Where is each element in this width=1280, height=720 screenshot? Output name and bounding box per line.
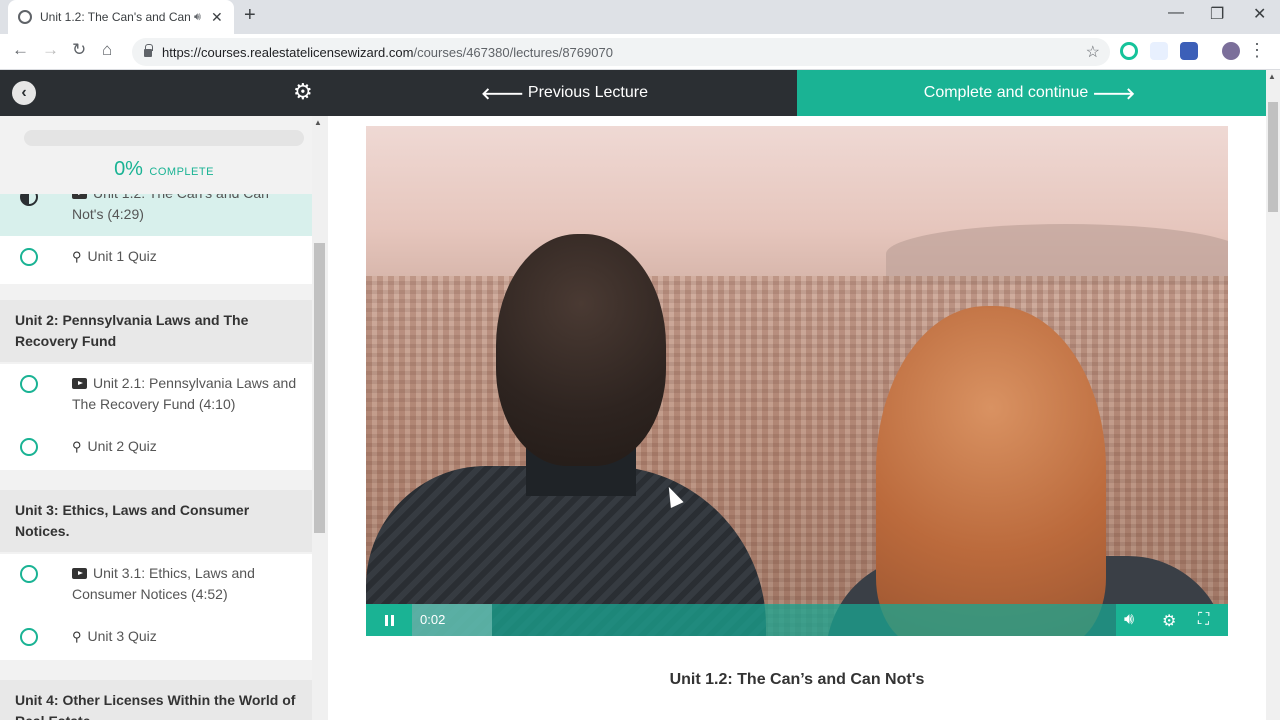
list-item[interactable]: ⚲ Unit 3 Quiz xyxy=(0,614,312,660)
new-tab-button[interactable]: + xyxy=(244,4,256,27)
progress-text: 0% COMPLETE xyxy=(0,158,328,181)
page-scroll-thumb[interactable] xyxy=(1268,102,1278,212)
extension-icon[interactable] xyxy=(1180,42,1198,60)
progress-box: 0% COMPLETE xyxy=(0,116,312,194)
bulb-icon: ⚲ xyxy=(72,249,82,264)
grammarly-icon[interactable] xyxy=(1120,42,1138,60)
bulb-icon: ⚲ xyxy=(72,629,82,644)
pause-icon xyxy=(384,614,388,626)
previous-lecture-label: Previous Lecture xyxy=(527,84,648,101)
browser-tabstrip: Unit 1.2: The Can's and Can N 🔊︎ ✕ + — ❐… xyxy=(0,0,1280,34)
browser-tab[interactable]: Unit 1.2: The Can's and Can N 🔊︎ ✕ xyxy=(8,0,234,34)
progress-percent: 0% xyxy=(114,158,143,180)
globe-icon xyxy=(18,10,32,24)
complete-and-continue-button[interactable]: Complete and continue 🡒 xyxy=(797,70,1266,116)
play-icon xyxy=(72,568,87,579)
url-text: https://courses.realestatelicensewizard.… xyxy=(162,44,613,60)
right-controls: 🔊︎ ⚙ ⛶ xyxy=(1116,604,1228,636)
play-icon xyxy=(72,378,87,389)
list-item[interactable]: Unit 2.1: Pennsylvania Laws and The Reco… xyxy=(0,364,312,424)
minimize-button[interactable]: — xyxy=(1168,4,1184,22)
lecture-title: Unit 1.2: The Can’s and Can Not's xyxy=(669,671,925,688)
close-window-button[interactable]: ✕ xyxy=(1253,4,1266,24)
reload-icon[interactable]: ↻ xyxy=(72,40,86,60)
back-arrow-icon[interactable]: ‹ xyxy=(12,81,36,105)
progress-label: COMPLETE xyxy=(149,166,214,178)
lock-icon xyxy=(144,44,153,57)
section-header: Unit 4: Other Licenses Within the World … xyxy=(0,680,312,720)
browser-toolbar: ← → ↻ ⌂ https://courses.realestatelicens… xyxy=(0,34,1280,70)
lecture-label: Unit 3.1: Ethics, Laws and Consumer Noti… xyxy=(72,565,255,602)
video-controls: 0:02 🔊︎ ⚙ ⛶ xyxy=(366,604,1228,636)
incomplete-icon xyxy=(20,375,38,393)
time-display[interactable]: 0:02 xyxy=(412,604,492,636)
video-player[interactable]: 0:02 🔊︎ ⚙ ⛶ xyxy=(366,126,1228,636)
avatar[interactable] xyxy=(1222,42,1240,60)
bulb-icon: ⚲ xyxy=(72,439,82,454)
list-item[interactable]: ⚲ Unit 2 Quiz xyxy=(0,424,312,470)
scroll-up-icon[interactable]: ▲ xyxy=(314,118,322,127)
list-item[interactable]: ⚲ Unit 1 Quiz xyxy=(0,236,312,284)
settings-icon[interactable]: ⚙ xyxy=(1162,611,1176,631)
forward-icon[interactable]: → xyxy=(42,40,59,60)
incomplete-icon xyxy=(20,628,38,646)
incomplete-icon xyxy=(20,248,38,266)
section-header: Unit 2: Pennsylvania Laws and The Recove… xyxy=(0,300,312,362)
sidebar-header: ‹ ⚙ xyxy=(0,70,328,116)
speaker-icon[interactable]: 🔊︎ xyxy=(194,11,201,24)
incomplete-icon xyxy=(20,565,38,583)
menu-icon[interactable]: ⋮ xyxy=(1248,40,1266,61)
arrow-right-icon: 🡒 xyxy=(1092,85,1136,103)
complete-and-continue-label: Complete and continue xyxy=(923,84,1089,101)
sidebar-scroll-thumb[interactable] xyxy=(314,243,325,533)
home-icon[interactable]: ⌂ xyxy=(102,40,112,60)
arrow-left-icon: 🡐 xyxy=(481,85,524,103)
volume-icon[interactable]: 🔊︎ xyxy=(1124,611,1134,629)
course-sidebar: 0% COMPLETE Unit 1.2: The Can's and Can … xyxy=(0,116,328,720)
extension-icon[interactable] xyxy=(1150,42,1168,60)
section-header: Unit 3: Ethics, Laws and Consumer Notice… xyxy=(0,490,312,552)
gear-icon[interactable]: ⚙ xyxy=(293,79,313,105)
address-bar[interactable]: https://courses.realestatelicensewizard.… xyxy=(132,38,1110,66)
restore-button[interactable]: ❐ xyxy=(1210,4,1224,24)
star-icon[interactable]: ☆ xyxy=(1086,42,1100,62)
list-item[interactable]: Unit 3.1: Ethics, Laws and Consumer Noti… xyxy=(0,554,312,614)
lecture-label: Unit 1 Quiz xyxy=(87,248,157,264)
fullscreen-icon[interactable]: ⛶ xyxy=(1198,611,1209,629)
incomplete-icon xyxy=(20,438,38,456)
lecture-label: Unit 2 Quiz xyxy=(87,438,157,454)
progress-bar xyxy=(24,130,304,146)
lecture-label: Unit 2.1: Pennsylvania Laws and The Reco… xyxy=(72,375,297,412)
tab-title: Unit 1.2: The Can's and Can N xyxy=(40,10,190,24)
previous-lecture-button[interactable]: 🡐 Previous Lecture xyxy=(328,70,797,116)
lecture-label: Unit 3 Quiz xyxy=(87,628,157,644)
close-tab-icon[interactable]: ✕ xyxy=(211,9,223,26)
back-icon[interactable]: ← xyxy=(12,40,29,60)
pause-button[interactable] xyxy=(366,604,412,636)
scroll-up-icon[interactable]: ▲ xyxy=(1268,72,1276,81)
